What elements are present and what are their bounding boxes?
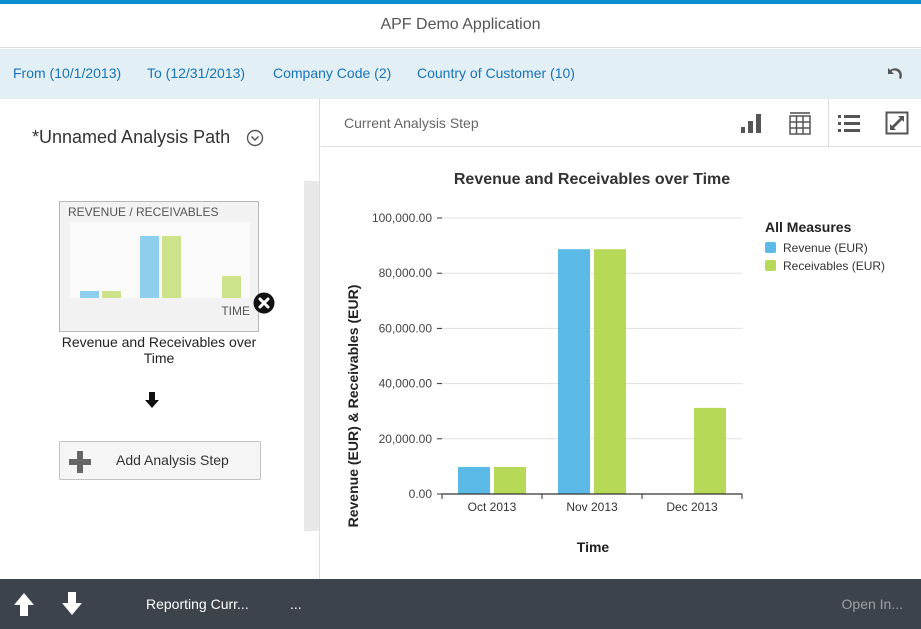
y-tick-label: 20,000.00 bbox=[379, 432, 433, 446]
y-axis-title: Revenue (EUR) & Receivables (EUR) bbox=[345, 285, 361, 528]
legend-item-label[interactable]: Receivables (EUR) bbox=[783, 259, 885, 273]
thumbnail-bar bbox=[162, 236, 181, 298]
thumbnail-bar bbox=[222, 276, 241, 298]
step-card-xlabel: TIME bbox=[221, 304, 250, 318]
current-step-pane: Current Analysis Step Revenue and Receiv… bbox=[321, 99, 921, 579]
analysis-path-pane: *Unnamed Analysis Path REVENUE / RECEIVA… bbox=[0, 99, 320, 579]
arrow-down-icon[interactable] bbox=[59, 591, 85, 617]
footer-bar: Reporting Curr... ... Open In... bbox=[0, 579, 921, 629]
y-tick-label: 40,000.00 bbox=[379, 377, 433, 391]
x-tick-label: Oct 2013 bbox=[468, 500, 517, 514]
bar-receivables-eur[interactable] bbox=[494, 466, 526, 494]
y-tick-label: 100,000.00 bbox=[372, 211, 432, 225]
bar-receivables-eur[interactable] bbox=[694, 407, 726, 494]
analysis-step-card[interactable]: REVENUE / RECEIVABLES TIME bbox=[59, 201, 259, 332]
step-card-header: REVENUE / RECEIVABLES bbox=[68, 205, 219, 219]
legend-swatch bbox=[765, 242, 776, 253]
step-thumbnail-chart bbox=[70, 222, 250, 298]
legend-swatch bbox=[765, 260, 776, 271]
list-icon[interactable] bbox=[837, 111, 861, 135]
filter-to-date[interactable]: To (12/31/2013) bbox=[147, 49, 245, 97]
step-toolbar: Current Analysis Step bbox=[321, 99, 921, 147]
app-header: APF Demo Application bbox=[0, 4, 921, 48]
x-tick-label: Dec 2013 bbox=[666, 500, 718, 514]
filter-company-code[interactable]: Company Code (2) bbox=[273, 49, 391, 97]
bar-revenue-eur[interactable] bbox=[558, 249, 590, 494]
chart-title: Revenue and Receivables over Time bbox=[454, 171, 730, 188]
add-analysis-step-label: Add Analysis Step bbox=[116, 452, 229, 468]
y-tick-label: 0.00 bbox=[409, 487, 433, 501]
step-label: Revenue and Receivables over Time bbox=[61, 334, 257, 366]
reporting-currency-button[interactable]: Reporting Curr... bbox=[146, 579, 249, 629]
x-axis-title: Time bbox=[577, 539, 610, 555]
bar-revenue-eur[interactable] bbox=[458, 466, 490, 494]
table-icon[interactable] bbox=[788, 111, 812, 135]
remove-step-icon[interactable] bbox=[253, 292, 275, 314]
arrow-down-icon bbox=[145, 392, 159, 408]
plus-icon bbox=[69, 451, 91, 473]
legend-item-label[interactable]: Revenue (EUR) bbox=[783, 241, 868, 255]
fullscreen-icon[interactable] bbox=[885, 111, 909, 135]
chevron-down-circle-icon[interactable] bbox=[246, 129, 264, 147]
filter-country-of-customer[interactable]: Country of Customer (10) bbox=[417, 49, 575, 97]
filter-from-date[interactable]: From (10/1/2013) bbox=[13, 49, 121, 97]
thumbnail-bar bbox=[140, 236, 159, 298]
filter-bar: From (10/1/2013) To (12/31/2013) Company… bbox=[0, 49, 921, 99]
arrow-up-icon[interactable] bbox=[11, 591, 37, 617]
legend-title: All Measures bbox=[765, 219, 852, 235]
current-step-title: Current Analysis Step bbox=[344, 115, 479, 131]
x-tick-label: Nov 2013 bbox=[566, 500, 618, 514]
path-scrollbar[interactable] bbox=[304, 181, 319, 531]
analysis-path-title: *Unnamed Analysis Path bbox=[32, 127, 231, 147]
y-tick-label: 60,000.00 bbox=[379, 321, 433, 335]
open-in-button[interactable]: Open In... bbox=[842, 579, 903, 629]
bar-receivables-eur[interactable] bbox=[594, 249, 626, 494]
thumbnail-bar bbox=[102, 291, 121, 298]
add-analysis-step-button[interactable]: Add Analysis Step bbox=[59, 441, 261, 480]
app-title: APF Demo Application bbox=[380, 16, 541, 33]
undo-icon[interactable] bbox=[885, 64, 903, 82]
thumbnail-bar bbox=[80, 291, 99, 298]
toolbar-separator bbox=[828, 99, 829, 147]
more-button[interactable]: ... bbox=[290, 579, 302, 629]
revenue-receivables-chart: Revenue and Receivables over Time Revenu… bbox=[345, 171, 885, 555]
column-chart-icon[interactable] bbox=[740, 111, 764, 135]
y-tick-label: 80,000.00 bbox=[379, 266, 433, 280]
